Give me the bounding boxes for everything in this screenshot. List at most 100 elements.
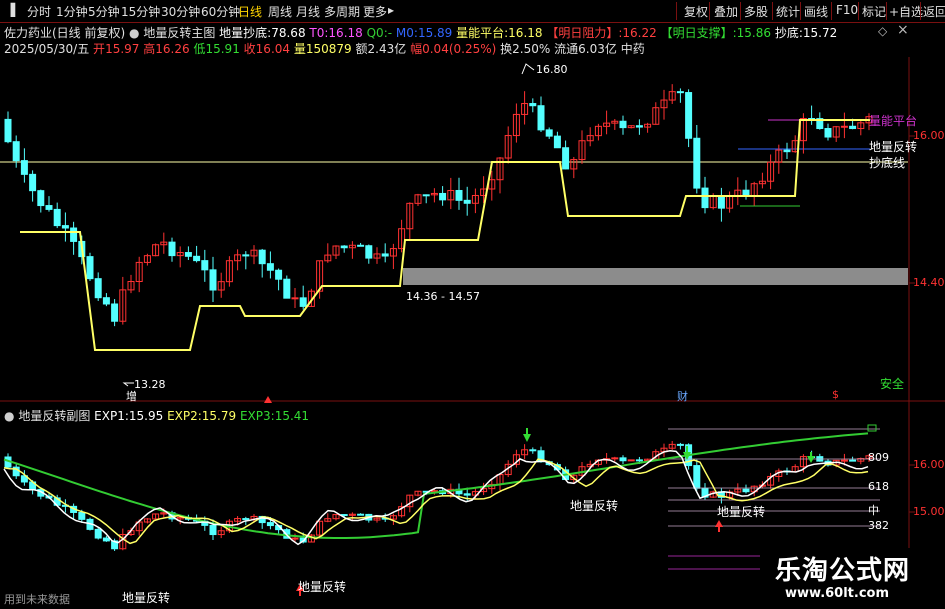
sub-axis-low: 15.00 [913, 505, 945, 518]
candle-body [627, 459, 635, 462]
exp2-value: 15.79 [201, 409, 237, 423]
candle-body [742, 189, 750, 197]
candle-body [455, 189, 463, 201]
candle-body [4, 118, 12, 143]
candle-body [266, 263, 274, 271]
candle-body [70, 227, 78, 242]
candle-body [201, 260, 209, 271]
candle-body [266, 522, 274, 527]
candle-body [439, 192, 447, 201]
candle-body [299, 297, 307, 307]
candle-body [635, 459, 643, 462]
candle-body [783, 149, 791, 153]
reversal-label-right: 地量反转 [869, 140, 918, 154]
candle-body [291, 297, 299, 300]
candle-body [529, 103, 537, 107]
candle-body [676, 91, 684, 94]
candle-body [562, 147, 570, 170]
platform-label-right: 量能平台 [869, 114, 918, 128]
candle-body [12, 141, 20, 162]
candle-body [717, 195, 725, 209]
candle-body [742, 488, 750, 493]
platform-line [20, 119, 870, 351]
range-annotation: 14.36 - 14.57 [406, 290, 480, 303]
candle-body [184, 252, 192, 257]
candle-body [102, 297, 110, 305]
candle-body [258, 249, 266, 265]
candle-body [45, 205, 53, 210]
candle-body [619, 457, 627, 462]
candle-body [357, 244, 365, 247]
cai-marker: 财 [677, 390, 688, 403]
level-382: 382 [868, 519, 889, 532]
candle-body [193, 255, 201, 262]
candle-body [102, 537, 110, 542]
candle-body [676, 443, 684, 446]
candle-body [365, 245, 373, 259]
level-mid: 中 [868, 504, 879, 517]
candle-body [275, 269, 283, 280]
candle-body [37, 190, 45, 207]
exp3-line [3, 432, 869, 539]
sub-indicator-name[interactable]: 地量反转副图 [18, 409, 90, 423]
watermark: 乐淘公式网 www.60lt.com [765, 548, 943, 606]
sub-indicator-line: ● 地量反转副图 EXP1:15.95 EXP2:15.79 EXP3:15.4… [4, 407, 309, 424]
bottom-line-label: 抄底线 [869, 156, 906, 170]
candle-body [94, 278, 102, 299]
candle-body [29, 173, 37, 192]
candle-body [849, 125, 857, 130]
candle-body [463, 199, 471, 204]
candle-body [94, 528, 102, 539]
up-arrow-icon [264, 396, 723, 596]
candle-body [529, 449, 537, 452]
reversal-signal-4: 地量反转 [717, 505, 766, 519]
candle-body [824, 128, 832, 138]
reversal-signal-3: 地量反转 [570, 499, 619, 513]
candle-body [291, 537, 299, 540]
candle-body [61, 225, 69, 229]
kline-chart[interactable] [0, 0, 945, 609]
candle-body [537, 105, 545, 131]
sub-settings-dot-icon[interactable]: ● [4, 409, 14, 423]
candle-body [357, 513, 365, 516]
candle-body [635, 125, 643, 128]
sub-axis-high: 16.00 [913, 458, 945, 471]
candle-body [340, 245, 348, 249]
candle-body [86, 256, 94, 280]
exp2-label: EXP2: [167, 409, 202, 423]
dollar-marker: $ [832, 388, 839, 401]
candle-body [840, 125, 848, 128]
support-band [403, 268, 908, 285]
candle-body [693, 465, 701, 489]
level-809: 809 [868, 451, 889, 464]
candle-body [619, 120, 627, 129]
reversal-signal-1: 地量反转 [122, 591, 171, 605]
low-annotation: 13.28 [134, 378, 166, 391]
candle-body [209, 524, 217, 536]
candle-body [53, 208, 61, 227]
future-data-note: 用到未来数据 [4, 593, 70, 606]
level-618: 618 [868, 480, 889, 493]
safe-label: 安全 [880, 377, 905, 391]
candle-body [693, 137, 701, 189]
watermark-title: 乐淘公式网 [775, 556, 911, 586]
reversal-signal-2: 地量反转 [298, 580, 347, 594]
watermark-url: www.60lt.com [785, 586, 890, 601]
candle-body [242, 518, 250, 521]
candle-body [242, 254, 250, 257]
candle-body [840, 459, 848, 462]
candle-body [422, 194, 430, 197]
candle-body [209, 269, 217, 291]
candle-body [685, 92, 693, 139]
price-axis-low: 14.40 [913, 276, 945, 289]
candle-body [381, 253, 389, 257]
candle-body [611, 457, 619, 460]
high-annotation: 16.80 [536, 63, 568, 76]
exp3-label: EXP3: [239, 409, 275, 423]
exp1-label: EXP1: [94, 409, 129, 423]
candle-body [111, 303, 119, 322]
candle-body [553, 135, 561, 149]
candle-body [701, 187, 709, 209]
candle-body [545, 129, 553, 137]
candle-body [168, 241, 176, 257]
